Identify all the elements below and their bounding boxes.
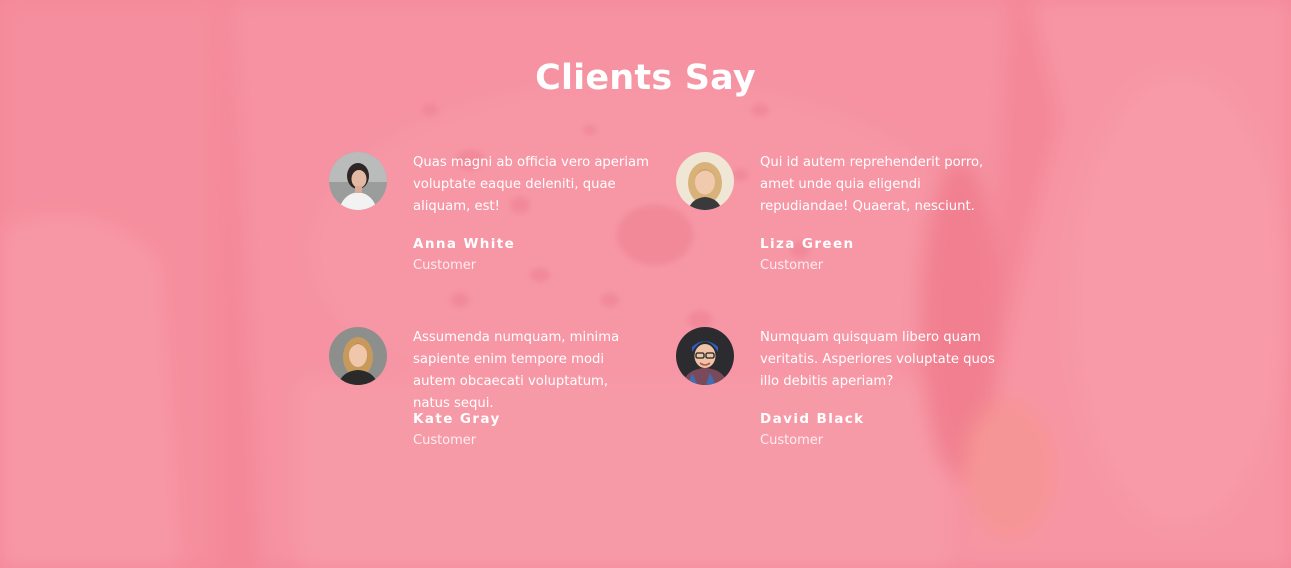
testimonial-quote: Qui id autem reprehenderit porro, amet u… bbox=[760, 155, 984, 214]
avatar bbox=[676, 327, 734, 385]
testimonial-author-name: David Black bbox=[760, 411, 865, 427]
avatar bbox=[329, 152, 387, 210]
testimonial-quote: Assumenda numquam, minima sapiente enim … bbox=[413, 330, 620, 411]
testimonial-author-role: Customer bbox=[413, 433, 477, 448]
testimonials-section: Clients Say Quas magni ab officia vero a… bbox=[0, 0, 1291, 568]
testimonial-author-role: Customer bbox=[413, 258, 477, 273]
testimonial-quote: Numquam quisquam libero quam veritatis. … bbox=[760, 330, 995, 389]
avatar bbox=[676, 152, 734, 210]
testimonial-card: Quas magni ab officia vero aperiam volup… bbox=[329, 152, 649, 292]
testimonial-author-role: Customer bbox=[760, 258, 824, 273]
testimonial-author-name: Anna White bbox=[413, 236, 516, 252]
avatar bbox=[329, 327, 387, 385]
testimonial-author-name: Kate Gray bbox=[413, 411, 501, 427]
testimonial-author-name: Liza Green bbox=[760, 236, 855, 252]
testimonial-author-role: Customer bbox=[760, 433, 824, 448]
testimonial-quote: Quas magni ab officia vero aperiam volup… bbox=[413, 155, 649, 214]
testimonial-card: Numquam quisquam libero quam veritatis. … bbox=[676, 327, 996, 467]
section-title: Clients Say bbox=[535, 58, 756, 98]
testimonial-card: Qui id autem reprehenderit porro, amet u… bbox=[676, 152, 996, 292]
testimonial-card: Assumenda numquam, minima sapiente enim … bbox=[329, 327, 649, 467]
